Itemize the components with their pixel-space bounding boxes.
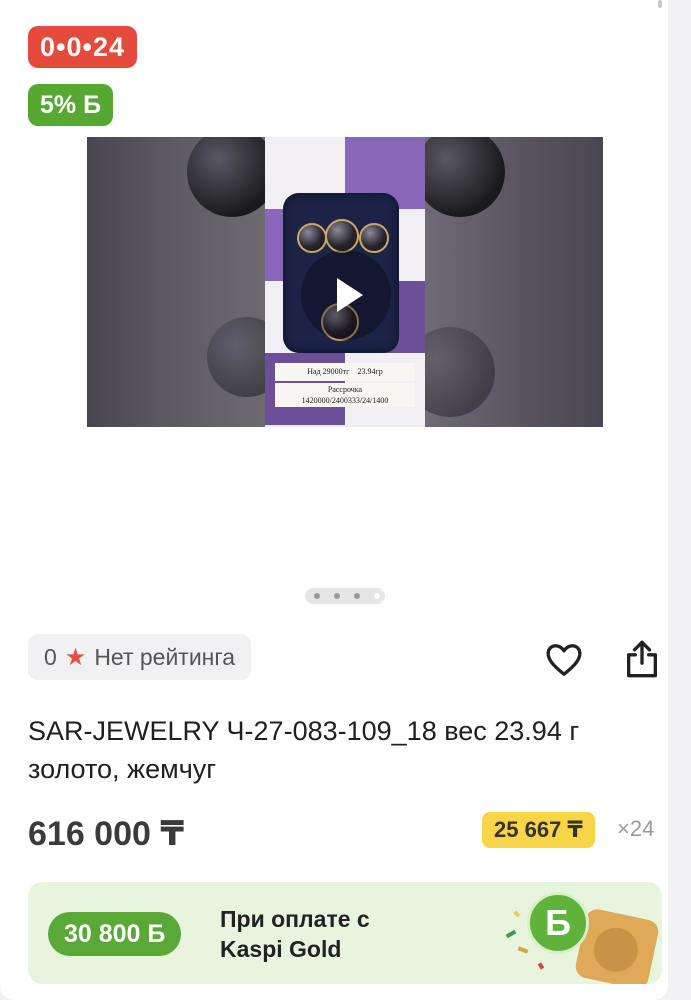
kaspi-bonus-icon: Б [527, 892, 589, 954]
confetti-decoration [517, 946, 529, 954]
carousel-dot[interactable] [314, 593, 320, 599]
bonus-percent-badge: 5% Б [28, 84, 114, 126]
video-caption-bottom: Рассрочка 1420000/2400333/24/1400 [275, 383, 415, 407]
installment-monthly-price[interactable]: 25 667 ₸ [482, 812, 595, 848]
confetti-decoration [513, 910, 521, 918]
scrollbar[interactable] [658, 0, 662, 8]
product-video[interactable]: Над 29000тг 23.94гр Рассрочка 1420000/24… [87, 137, 603, 427]
heart-icon[interactable] [544, 640, 584, 680]
rating-chip[interactable]: 0 ★ Нет рейтинга [28, 634, 252, 680]
bonus-amount-pill: 30 800 Б [48, 912, 182, 956]
earring-left [297, 223, 327, 253]
earring-right [359, 223, 389, 253]
confetti-decoration [505, 929, 517, 939]
carousel-dot-active[interactable] [374, 593, 380, 599]
play-icon[interactable] [301, 250, 391, 340]
carousel-dot[interactable] [354, 593, 360, 599]
share-icon[interactable] [622, 638, 662, 680]
installment-promo-badge: 0•0•24 [28, 26, 137, 68]
installment-months: ×24 [617, 816, 655, 841]
carousel-indicator[interactable] [305, 588, 385, 604]
kaspi-gold-bonus-banner[interactable]: 30 800 Б При оплате с Kaspi Gold Б [28, 882, 662, 984]
video-blurred-left [87, 137, 287, 427]
confetti-decoration [537, 962, 545, 970]
kaspi-gold-text: При оплате с Kaspi Gold [220, 906, 370, 962]
star-icon: ★ [64, 643, 87, 671]
product-price: 616 000 ₸ [28, 815, 185, 853]
product-title: SAR-JEWELRY Ч-27-083-109_18 вес 23.94 г … [28, 716, 580, 784]
pendant [325, 219, 359, 253]
rating-text: Нет рейтинга [94, 643, 236, 670]
carousel-dot[interactable] [334, 593, 340, 599]
video-blurred-right [405, 137, 603, 427]
video-caption-top: Над 29000тг 23.94гр [275, 363, 415, 381]
rating-count: 0 [44, 643, 57, 670]
product-card: 0•0•24 5% Б Над 29000тг 23.94гр Рассрочк… [0, 0, 668, 1000]
